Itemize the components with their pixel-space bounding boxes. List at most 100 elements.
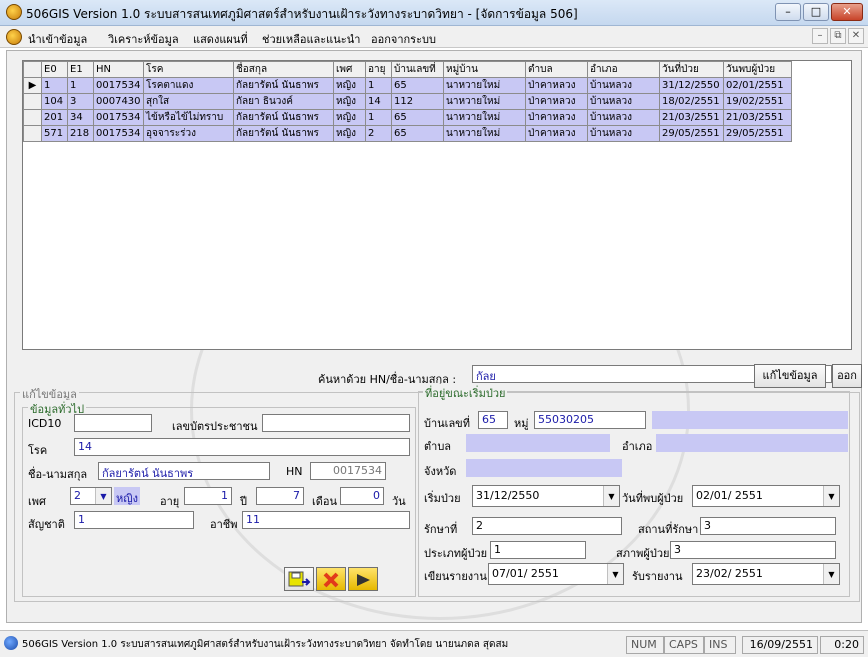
- table-cell[interactable]: 201: [41, 109, 68, 126]
- menu-import[interactable]: นำเข้าข้อมูล: [28, 30, 87, 48]
- table-cell[interactable]: ไข้หรือไข้ไม่ทราบ: [143, 109, 234, 126]
- col-onset[interactable]: วันที่ป่วย: [659, 61, 724, 78]
- table-cell[interactable]: กัลยารัตน์ นันธาพร: [233, 109, 334, 126]
- table-cell[interactable]: ป่าคาหลวง: [525, 125, 588, 142]
- col-house[interactable]: บ้านเลขที่: [391, 61, 444, 78]
- menu-map[interactable]: แสดงแผนที่: [193, 30, 248, 48]
- table-cell[interactable]: ป่าคาหลวง: [525, 109, 588, 126]
- table-cell[interactable]: 65: [391, 125, 444, 142]
- delete-icon[interactable]: [316, 567, 346, 591]
- table-cell[interactable]: 1: [365, 77, 392, 94]
- table-cell[interactable]: หญิง: [333, 93, 366, 110]
- icd10-input[interactable]: [74, 414, 152, 432]
- table-cell[interactable]: 29/05/2551: [659, 125, 724, 142]
- chevron-down-icon[interactable]: ▼: [95, 488, 111, 504]
- found-date-picker[interactable]: 02/01/ 2551 ▼: [692, 485, 840, 507]
- table-cell[interactable]: 2: [365, 125, 392, 142]
- table-cell[interactable]: กัลยา ธินวงค์: [233, 93, 334, 110]
- edit-data-button[interactable]: แก้ไขข้อมูล: [754, 364, 826, 388]
- table-cell[interactable]: 218: [67, 125, 94, 142]
- row-indicator[interactable]: ▶: [23, 77, 42, 94]
- data-grid[interactable]: E0 E1 HN โรค ชื่อสกุล เพศ อายุ บ้านเลขที…: [22, 60, 852, 350]
- table-cell[interactable]: บ้านหลวง: [587, 125, 660, 142]
- nation-input[interactable]: 1: [74, 511, 194, 529]
- table-row[interactable]: ▶ 1 1 0017534 โรคตาแดง กัลยารัตน์ นันธาพร หญิง…: [23, 77, 792, 94]
- table-cell[interactable]: 29/05/2551: [723, 125, 792, 142]
- table-cell[interactable]: 1: [67, 77, 94, 94]
- mdi-close-button[interactable]: ✕: [848, 28, 864, 44]
- moo-input[interactable]: 55030205: [534, 411, 646, 429]
- table-cell[interactable]: อุจจาระร่วง: [143, 125, 234, 142]
- col-name[interactable]: ชื่อสกุล: [233, 61, 334, 78]
- table-cell[interactable]: 31/12/2550: [659, 77, 724, 94]
- chevron-down-icon[interactable]: ▼: [607, 564, 623, 584]
- col-tambon[interactable]: ตำบล: [525, 61, 588, 78]
- row-indicator[interactable]: [23, 125, 42, 142]
- treat-input[interactable]: 2: [472, 517, 622, 535]
- table-cell[interactable]: 104: [41, 93, 68, 110]
- table-cell[interactable]: บ้านหลวง: [587, 93, 660, 110]
- col-disease[interactable]: โรค: [143, 61, 234, 78]
- table-cell[interactable]: นาหวายใหม่: [443, 93, 526, 110]
- name-input[interactable]: กัลยารัตน์ นันธาพร: [98, 462, 270, 480]
- table-cell[interactable]: 34: [67, 109, 94, 126]
- table-cell[interactable]: 21/03/2551: [659, 109, 724, 126]
- table-cell[interactable]: 112: [391, 93, 444, 110]
- col-age[interactable]: อายุ: [365, 61, 392, 78]
- age-months-input[interactable]: 7: [256, 487, 304, 505]
- house-input[interactable]: 65: [478, 411, 508, 429]
- place-input[interactable]: 3: [700, 517, 836, 535]
- pstatus-input[interactable]: 3: [670, 541, 836, 559]
- table-row[interactable]: 571 218 0017534 อุจจาระร่วง กัลยารัตน์ นันธา…: [23, 125, 792, 142]
- col-found[interactable]: วันพบผู้ป่วย: [723, 61, 792, 78]
- age-years-input[interactable]: 1: [184, 487, 232, 505]
- table-cell[interactable]: นาหวายใหม่: [443, 77, 526, 94]
- receive-date-picker[interactable]: 23/02/ 2551 ▼: [692, 563, 840, 585]
- menu-help[interactable]: ช่วยเหลือและแนะนำ: [262, 30, 360, 48]
- table-cell[interactable]: หญิง: [333, 77, 366, 94]
- table-cell[interactable]: หญิง: [333, 125, 366, 142]
- occupation-input[interactable]: 11: [242, 511, 410, 529]
- table-cell[interactable]: 1: [41, 77, 68, 94]
- col-village[interactable]: หมู่บ้าน: [443, 61, 526, 78]
- chevron-down-icon[interactable]: ▼: [823, 564, 839, 584]
- onset-date-picker[interactable]: 31/12/2550 ▼: [472, 485, 620, 507]
- table-cell[interactable]: ป่าคาหลวง: [525, 93, 588, 110]
- close-button[interactable]: ✕: [831, 3, 863, 21]
- table-cell[interactable]: หญิง: [333, 109, 366, 126]
- col-hn[interactable]: HN: [93, 61, 144, 78]
- mdi-restore-button[interactable]: ⧉: [830, 28, 846, 44]
- row-indicator[interactable]: [23, 93, 42, 110]
- table-cell[interactable]: สุกใส: [143, 93, 234, 110]
- minimize-button[interactable]: –: [775, 3, 801, 21]
- row-indicator[interactable]: [23, 109, 42, 126]
- age-days-input[interactable]: 0: [340, 487, 384, 505]
- table-cell[interactable]: 1: [365, 109, 392, 126]
- table-cell[interactable]: 571: [41, 125, 68, 142]
- hn-input[interactable]: 0017534: [310, 462, 386, 480]
- table-cell[interactable]: 0017534: [93, 77, 144, 94]
- menu-analyze[interactable]: วิเคราะห์ข้อมูล: [108, 30, 179, 48]
- table-cell[interactable]: 0007430: [93, 93, 144, 110]
- chevron-down-icon[interactable]: ▼: [823, 486, 839, 506]
- table-cell[interactable]: 0017534: [93, 109, 144, 126]
- report-date-picker[interactable]: 07/01/ 2551 ▼: [488, 563, 624, 585]
- next-icon[interactable]: [348, 567, 378, 591]
- table-cell[interactable]: บ้านหลวง: [587, 109, 660, 126]
- table-cell[interactable]: 21/03/2551: [723, 109, 792, 126]
- table-cell[interactable]: กัลยารัตน์ นันธาพร: [233, 125, 334, 142]
- idcard-input[interactable]: [262, 414, 410, 432]
- chevron-down-icon[interactable]: ▼: [603, 486, 619, 506]
- col-e0[interactable]: E0: [41, 61, 68, 78]
- ptype-input[interactable]: 1: [490, 541, 586, 559]
- table-cell[interactable]: 14: [365, 93, 392, 110]
- table-cell[interactable]: 19/02/2551: [723, 93, 792, 110]
- table-cell[interactable]: นาหวายใหม่: [443, 109, 526, 126]
- table-cell[interactable]: 02/01/2551: [723, 77, 792, 94]
- mdi-minimize-button[interactable]: –: [812, 28, 828, 44]
- maximize-button[interactable]: □: [803, 3, 829, 21]
- table-cell[interactable]: โรคตาแดง: [143, 77, 234, 94]
- col-sex[interactable]: เพศ: [333, 61, 366, 78]
- table-cell[interactable]: 3: [67, 93, 94, 110]
- sex-select[interactable]: 2 ▼: [70, 487, 112, 505]
